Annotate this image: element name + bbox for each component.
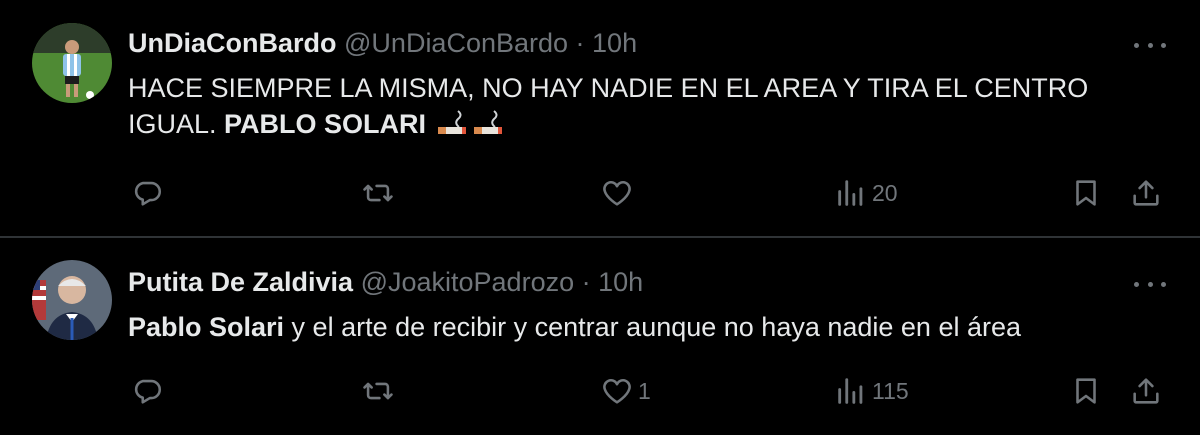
repost-button[interactable]	[361, 371, 399, 411]
views-button[interactable]: 115	[834, 371, 909, 411]
reply-icon	[130, 176, 164, 210]
tweet-actions: 1 115	[0, 371, 1200, 411]
separator: ·	[568, 28, 593, 58]
timestamp[interactable]: 10h	[592, 28, 637, 58]
views-count: 20	[872, 179, 898, 206]
separator: ·	[574, 267, 599, 297]
like-icon	[600, 176, 634, 210]
repost-button[interactable]	[361, 173, 399, 213]
handle[interactable]: @UnDiaConBardo	[344, 28, 568, 58]
tweet-text-bold: Pablo Solari	[128, 312, 285, 342]
avatar[interactable]	[32, 23, 112, 103]
share-button[interactable]	[1129, 173, 1163, 213]
views-icon	[834, 176, 868, 210]
views-button[interactable]: 20	[834, 173, 898, 213]
tweet-header: UnDiaConBardo @UnDiaConBardo · 10h	[128, 26, 637, 60]
more-icon[interactable]	[1134, 40, 1166, 50]
bookmark-button[interactable]	[1069, 371, 1103, 411]
display-name[interactable]: Putita De Zaldivia	[128, 267, 353, 297]
timestamp[interactable]: 10h	[598, 267, 643, 297]
bookmark-icon	[1069, 374, 1103, 408]
display-name[interactable]: UnDiaConBardo	[128, 28, 337, 58]
like-icon	[600, 374, 634, 408]
share-icon	[1129, 374, 1163, 408]
share-icon	[1129, 176, 1163, 210]
smoking-emoji	[472, 109, 506, 137]
like-button[interactable]: 1	[600, 371, 651, 411]
smoking-emoji	[436, 109, 470, 137]
more-icon[interactable]	[1134, 279, 1166, 289]
tweet-actions: 20	[0, 173, 1200, 213]
bookmark-button[interactable]	[1069, 173, 1103, 213]
reply-button[interactable]	[130, 371, 168, 411]
tweet-text: HACE SIEMPRE LA MISMA, NO HAY NADIE EN E…	[128, 70, 1168, 142]
avatar[interactable]	[32, 260, 112, 340]
tweet-text-plain: y el arte de recibir y centrar aunque no…	[284, 312, 1022, 342]
tweet-text: Pablo Solari y el arte de recibir y cent…	[128, 309, 1168, 345]
views-count: 115	[872, 377, 909, 404]
reply-icon	[130, 374, 164, 408]
handle[interactable]: @JoakitoPadrozo	[361, 267, 575, 297]
tweet-text-bold: PABLO SOLARI	[224, 109, 427, 139]
like-button[interactable]	[600, 173, 638, 213]
like-count: 1	[638, 377, 651, 404]
tweet[interactable]: Putita De Zaldivia @JoakitoPadrozo · 10h…	[0, 238, 1200, 435]
views-icon	[834, 374, 868, 408]
reply-button[interactable]	[130, 173, 168, 213]
repost-icon	[361, 176, 395, 210]
bookmark-icon	[1069, 176, 1103, 210]
tweet-header: Putita De Zaldivia @JoakitoPadrozo · 10h	[128, 265, 643, 299]
share-button[interactable]	[1129, 371, 1163, 411]
repost-icon	[361, 374, 395, 408]
tweet[interactable]: UnDiaConBardo @UnDiaConBardo · 10h HACE …	[0, 0, 1200, 236]
